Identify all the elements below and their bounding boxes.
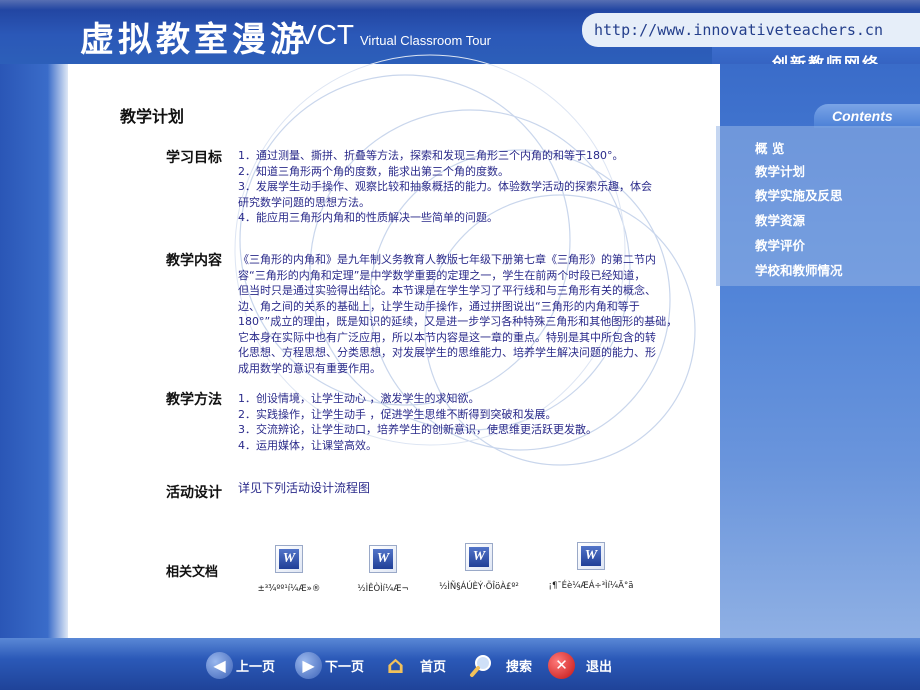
sidebar-item-evaluation[interactable]: 教学评价 xyxy=(755,235,805,254)
close-icon: ✕ xyxy=(548,651,575,679)
exit-label: 退出 xyxy=(586,659,613,675)
word-document-icon[interactable]: W xyxy=(275,545,303,573)
goals-line: 3．发展学生动手操作、观察比较和抽象概括的能力。体验数学活动的探索乐趣，体会 xyxy=(238,180,652,193)
goals-line: 研究数学问题的思想方法。 xyxy=(238,195,370,209)
section-label-methods: 教学方法 xyxy=(166,392,222,408)
arrow-left-icon: ◀ xyxy=(206,651,233,679)
next-page-label: 下一页 xyxy=(325,659,365,675)
doc-caption[interactable]: ¡¶¯Éè¼ÆÁ÷³Ìí¼Ä°ã xyxy=(541,581,641,591)
section-label-goals: 学习目标 xyxy=(166,150,222,166)
contents-label: Contents xyxy=(832,108,893,124)
sidebar-item-teaching-plan[interactable]: 教学计划 xyxy=(755,161,805,180)
home-button[interactable]: ⌂ 首页 xyxy=(382,650,446,680)
content-line: 180°”成立的理由，既是知识的延续，又是进一步学习各种特殊三角形和其他图形的基… xyxy=(238,315,678,328)
methods-line: 4．运用媒体，让课堂高效。 xyxy=(238,438,377,452)
page-title: 教学计划 xyxy=(120,107,185,126)
sidebar-item-resources[interactable]: 教学资源 xyxy=(755,210,805,229)
word-icon-letter: W xyxy=(373,549,393,569)
content-line: 化思想、方程思想、分类思想，对发展学生的思维能力、培养学生解决问题的能力、形 xyxy=(238,346,656,359)
sidebar-item-overview[interactable]: 概 览 xyxy=(755,138,784,157)
section-label-activity: 活动设计 xyxy=(166,485,222,501)
arrow-right-icon: ▶ xyxy=(295,651,322,679)
app-title-vct: VCT xyxy=(298,19,354,50)
footer-nav xyxy=(0,638,920,690)
doc-item[interactable]: W ¡¶¯Éè¼ÆÁ÷³Ìí¼Ä°ã xyxy=(541,542,641,591)
section-label-content: 教学内容 xyxy=(166,253,222,269)
app-title-cn: 虚拟教室漫游 xyxy=(80,20,308,60)
search-button[interactable]: 搜索 xyxy=(468,650,532,680)
doc-item[interactable]: W ±³¾ºº¹í¼Æ»® xyxy=(244,545,334,594)
word-document-icon[interactable]: W xyxy=(577,542,605,570)
home-icon: ⌂ xyxy=(386,651,405,679)
section-label-docs: 相关文档 xyxy=(165,565,218,580)
content-line: 容“三角形的内角和定理”是中学数学重要的定理之一，学生在前两个时段已经知道， xyxy=(238,268,646,282)
doc-caption[interactable]: ½ÌÑ§ÁÚÈÝ·ÖÎöÀ£º² xyxy=(424,582,534,592)
word-icon-letter: W xyxy=(581,546,601,566)
prev-page-button[interactable]: ◀ 上一页 xyxy=(206,650,275,680)
methods-text: 1．创设情境，让学生动心 ，激发学生的求知欲。 2．实践操作，让学生动手 ，促进… xyxy=(238,391,597,453)
doc-caption[interactable]: ±³¾ºº¹í¼Æ»® xyxy=(244,584,334,594)
content-line: 但当时只是通过实验得出结论。本节课是在学生学习了平行线和与三角形有关的概念、 xyxy=(238,284,656,297)
sidebar-item-school-teacher[interactable]: 学校和教师情况 xyxy=(755,260,843,279)
magnifier-icon xyxy=(468,652,495,679)
goals-text: 1．通过测量、撕拼、折叠等方法，探索和发现三角形三个内角的和等于180°。 2．… xyxy=(238,148,652,226)
doc-caption[interactable]: ½ÌÊÒÌí¼Æ¬ xyxy=(338,584,428,594)
doc-item[interactable]: W ½ÌÑ§ÁÚÈÝ·ÖÎöÀ£º² xyxy=(424,543,534,592)
left-decor-strip xyxy=(0,64,68,638)
goals-line: 2．知道三角形两个角的度数，能求出第三个角的度数。 xyxy=(238,164,509,178)
home-label: 首页 xyxy=(420,659,447,675)
sidebar-item-implementation[interactable]: 教学实施及反思 xyxy=(755,185,843,204)
prev-page-label: 上一页 xyxy=(236,659,276,675)
methods-line: 3．交流辨论，让学生动口，培养学生的创新意识，使思维更活跃更发散。 xyxy=(238,423,597,436)
next-page-button[interactable]: ▶ 下一页 xyxy=(295,650,364,680)
word-icon-letter: W xyxy=(469,547,489,567)
content-line: 它本身在实际中也有广泛应用，所以本节内容是这一章的重点。特别是其中所包含的转 xyxy=(238,330,656,344)
header-shine xyxy=(0,0,920,10)
word-document-icon[interactable]: W xyxy=(369,545,397,573)
activity-text: 详见下列活动设计流程图 xyxy=(238,481,371,495)
goals-line: 1．通过测量、撕拼、折叠等方法，探索和发现三角形三个内角的和等于180°。 xyxy=(238,149,624,162)
goals-line: 4．能应用三角形内角和的性质解决一些简单的问题。 xyxy=(238,211,498,224)
app-title-subtitle: Virtual Classroom Tour xyxy=(360,33,492,48)
methods-line: 1．创设情境，让学生动心 ，激发学生的求知欲。 xyxy=(238,392,480,405)
content-line: 《三角形的内角和》是九年制义务教育人教版七年级下册第七章《三角形》的第二节内 xyxy=(238,253,656,266)
content-line: 边、角之间的关系的基础上，让学生动手操作，通过拼图说出“三角形的内角和等于 xyxy=(238,299,640,313)
site-url[interactable]: http://www.innovativeteachers.cn xyxy=(594,21,883,39)
content-text: 《三角形的内角和》是九年制义务教育人教版七年级下册第七章《三角形》的第二节内 容… xyxy=(238,252,677,376)
search-label: 搜索 xyxy=(506,659,533,675)
exit-button[interactable]: ✕ 退出 xyxy=(548,650,612,680)
word-document-icon[interactable]: W xyxy=(465,543,493,571)
content-line: 成用数学的意识有重要作用。 xyxy=(238,361,381,375)
methods-line: 2．实践操作，让学生动手 ，促进学生思维不断得到突破和发展。 xyxy=(238,407,557,421)
doc-item[interactable]: W ½ÌÊÒÌí¼Æ¬ xyxy=(338,545,428,594)
word-icon-letter: W xyxy=(279,549,299,569)
